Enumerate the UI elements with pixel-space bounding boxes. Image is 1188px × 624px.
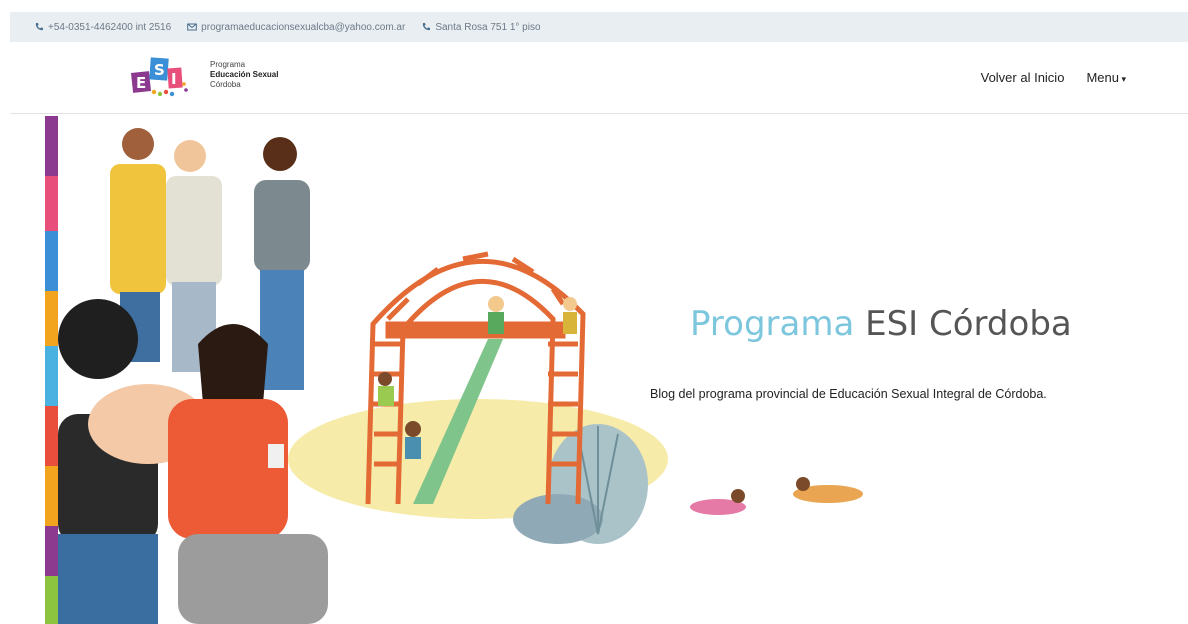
color-stripe	[45, 116, 58, 624]
contact-address: Santa Rosa 751 1° piso	[421, 21, 541, 33]
logo-letter-s: S	[154, 61, 165, 79]
logo-letter-i: I	[171, 70, 177, 88]
nav-menu-dropdown[interactable]: Menu	[1086, 70, 1126, 85]
contact-email-text: programaeducacionsexualcba@yahoo.com.ar	[201, 21, 406, 33]
hero-section: Programa ESI Córdoba Blog del programa p…	[10, 114, 1188, 624]
phone-icon	[423, 23, 431, 31]
brand-line-3: Córdoba	[210, 80, 241, 89]
contact-email[interactable]: programaeducacionsexualcba@yahoo.com.ar	[187, 22, 405, 33]
logo-letter-e: E	[136, 74, 146, 92]
contact-address-text: Santa Rosa 751 1° piso	[435, 21, 541, 33]
hero-title-accent: Programa	[690, 304, 855, 344]
hero-title: Programa ESI Córdoba	[690, 304, 1072, 344]
contact-bar: +54-0351-4462400 int 2516 programaeducac…	[10, 12, 1188, 42]
brand-line-1: Programa	[210, 60, 246, 69]
hero-subtitle: Blog del programa provincial de Educació…	[650, 387, 1047, 401]
site-header: E S I Programa Educación Sexual Córdoba …	[10, 42, 1188, 114]
brand-line-2: Educación Sexual	[210, 70, 279, 79]
envelope-icon	[187, 23, 197, 31]
esi-logo[interactable]: E S I	[130, 54, 190, 100]
main-nav: Volver al Inicio Menu	[981, 70, 1126, 85]
nav-home-link[interactable]: Volver al Inicio	[981, 70, 1065, 85]
phone-icon	[35, 23, 43, 31]
hero-title-rest: ESI Córdoba	[865, 304, 1072, 344]
contact-phone-text: +54-0351-4462400 int 2516	[48, 21, 172, 33]
hero-illustration	[58, 128, 863, 624]
contact-phone[interactable]: +54-0351-4462400 int 2516	[34, 22, 171, 33]
brand-text[interactable]: Programa Educación Sexual Córdoba	[210, 60, 278, 90]
